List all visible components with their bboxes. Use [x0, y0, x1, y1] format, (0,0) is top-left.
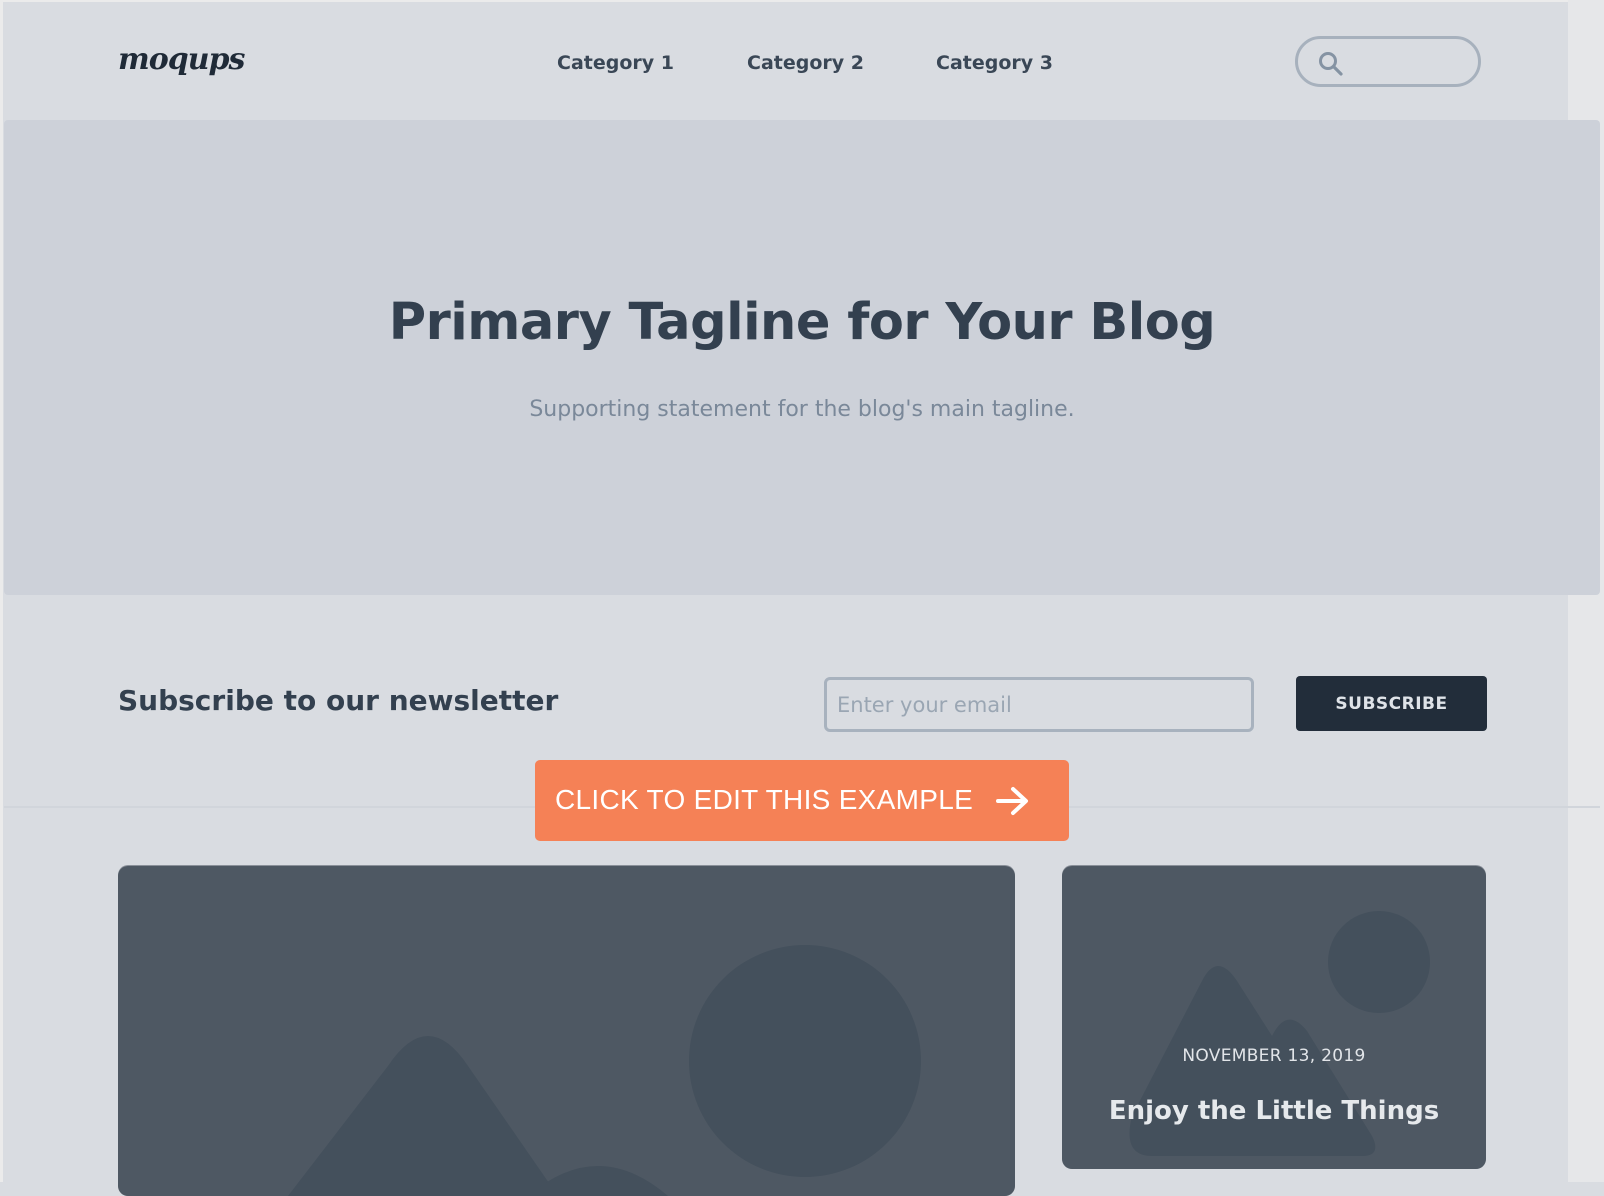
nav-category-1[interactable]: Category 1 [557, 52, 674, 74]
post-card[interactable] [118, 866, 1015, 1196]
post-date: NOVEMBER 13, 2019 [1182, 1046, 1366, 1066]
frame-edge [0, 0, 1604, 2]
newsletter-title: Subscribe to our newsletter [118, 684, 559, 717]
subscribe-button[interactable]: SUBSCRIBE [1296, 676, 1487, 731]
arrow-right-icon [996, 787, 1028, 815]
search-icon [1319, 52, 1343, 76]
post-title[interactable]: Enjoy the Little Things [1062, 1096, 1486, 1126]
hero-subtitle: Supporting statement for the blog's main… [529, 397, 1075, 422]
nav-category-3[interactable]: Category 3 [936, 52, 1053, 74]
logo[interactable]: moqups [118, 42, 245, 77]
image-placeholder-icon [288, 945, 921, 1196]
nav-category-2[interactable]: Category 2 [747, 52, 864, 74]
hero-banner [4, 120, 1600, 595]
edit-example-button[interactable]: CLICK TO EDIT THIS EXAMPLE [535, 760, 1069, 841]
edit-example-label: CLICK TO EDIT THIS EXAMPLE [555, 784, 974, 815]
post-card[interactable]: NOVEMBER 13, 2019 Enjoy the Little Thing… [1062, 866, 1486, 1169]
hero-title: Primary Tagline for Your Blog [388, 293, 1216, 352]
search-input[interactable] [1295, 36, 1481, 87]
frame-edge [0, 0, 3, 1182]
email-field[interactable] [824, 677, 1254, 732]
